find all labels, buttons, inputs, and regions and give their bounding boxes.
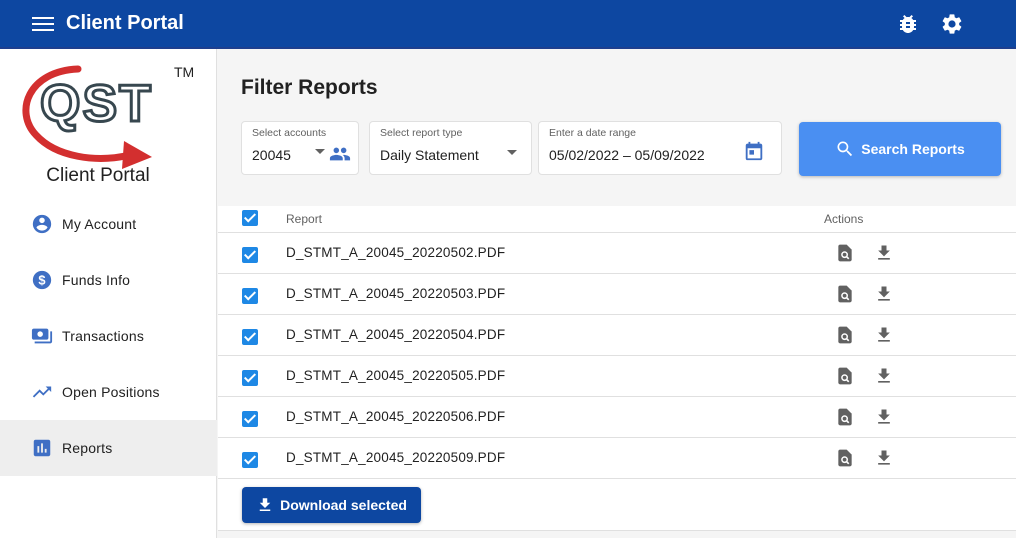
- date-range-label: Enter a date range: [549, 127, 636, 139]
- view-report-icon[interactable]: [835, 243, 855, 263]
- svg-text:$: $: [38, 273, 45, 288]
- column-header-report: Report: [286, 212, 323, 226]
- sidebar-item-label: Transactions: [62, 328, 145, 344]
- table-row: D_STMT_A_20045_20220509.PDF: [218, 438, 1016, 479]
- download-selected-button[interactable]: Download selected: [242, 487, 421, 523]
- row-checkbox[interactable]: [242, 288, 258, 304]
- reports-table: Report Actions D_STMT_A_20045_20220502.P…: [218, 206, 1016, 479]
- download-icon: [259, 498, 271, 511]
- table-header: Report Actions: [218, 206, 1016, 233]
- report-filename: D_STMT_A_20045_20220506.PDF: [286, 409, 506, 424]
- people-icon: [329, 147, 351, 161]
- main-content: Filter Reports Select accounts 20045 Sel…: [218, 49, 1016, 538]
- chevron-down-icon: [315, 149, 325, 154]
- logo-subtitle: Client Portal: [46, 165, 150, 186]
- view-report-icon[interactable]: [835, 325, 855, 345]
- sidebar-item-funds-info[interactable]: $ Funds Info: [0, 252, 217, 308]
- row-checkbox[interactable]: [242, 247, 258, 263]
- report-filename: D_STMT_A_20045_20220502.PDF: [286, 245, 506, 260]
- sidebar-item-label: My Account: [62, 216, 137, 232]
- row-checkbox[interactable]: [242, 411, 258, 427]
- view-report-icon[interactable]: [835, 448, 855, 468]
- sidebar-item-transactions[interactable]: Transactions: [0, 308, 217, 364]
- sidebar-item-open-positions[interactable]: Open Positions: [0, 364, 217, 420]
- search-reports-label: Search Reports: [861, 141, 965, 157]
- view-report-icon[interactable]: [835, 284, 855, 304]
- search-icon: [837, 141, 853, 157]
- accounts-select[interactable]: Select accounts 20045: [241, 121, 359, 175]
- table-row: D_STMT_A_20045_20220506.PDF: [218, 397, 1016, 438]
- dollar-icon: $: [32, 270, 52, 290]
- report-filename: D_STMT_A_20045_20220509.PDF: [286, 450, 506, 465]
- report-type-value: Daily Statement: [380, 147, 479, 163]
- table-footer: Download selected: [218, 479, 1016, 531]
- account-icon: [32, 214, 52, 234]
- download-icon[interactable]: [874, 407, 894, 427]
- report-filename: D_STMT_A_20045_20220503.PDF: [286, 286, 506, 301]
- transactions-icon: [31, 328, 53, 344]
- report-type-label: Select report type: [380, 127, 463, 139]
- table-row: D_STMT_A_20045_20220503.PDF: [218, 274, 1016, 315]
- sidebar-item-reports[interactable]: Reports: [0, 420, 217, 476]
- view-report-icon[interactable]: [835, 407, 855, 427]
- sidebar: QST TM Client Portal My Account $ Funds …: [0, 49, 217, 538]
- view-report-icon[interactable]: [835, 366, 855, 386]
- table-body: D_STMT_A_20045_20220502.PDF D_STMT_A_2004…: [218, 233, 1016, 479]
- download-icon[interactable]: [874, 284, 894, 304]
- app-header: Client Portal: [0, 0, 1016, 49]
- accounts-select-label: Select accounts: [252, 127, 327, 139]
- download-icon[interactable]: [874, 325, 894, 345]
- chevron-down-icon: [507, 150, 517, 155]
- table-row: D_STMT_A_20045_20220502.PDF: [218, 233, 1016, 274]
- logo-tm: TM: [174, 64, 194, 80]
- row-checkbox[interactable]: [242, 329, 258, 345]
- table-row: D_STMT_A_20045_20220505.PDF: [218, 356, 1016, 397]
- page-title: Filter Reports: [241, 76, 378, 99]
- sidebar-item-label: Open Positions: [62, 384, 160, 400]
- date-range-field[interactable]: Enter a date range 05/02/2022 – 05/09/20…: [538, 121, 782, 175]
- bug-icon[interactable]: [896, 12, 920, 36]
- row-checkbox[interactable]: [242, 452, 258, 468]
- app-title: Client Portal: [66, 12, 184, 34]
- column-header-actions: Actions: [824, 212, 864, 226]
- download-selected-label: Download selected: [280, 497, 407, 513]
- download-icon[interactable]: [874, 448, 894, 468]
- download-icon[interactable]: [874, 243, 894, 263]
- sidebar-nav: My Account $ Funds Info Transactions Ope…: [0, 196, 217, 476]
- date-range-value: 05/02/2022 – 05/09/2022: [549, 147, 705, 163]
- table-row: D_STMT_A_20045_20220504.PDF: [218, 315, 1016, 356]
- download-icon[interactable]: [874, 366, 894, 386]
- calendar-icon[interactable]: [743, 140, 765, 162]
- bar-chart-icon: [33, 439, 51, 457]
- sidebar-item-label: Reports: [62, 440, 113, 456]
- report-type-select[interactable]: Select report type Daily Statement: [369, 121, 532, 175]
- accounts-select-value: 20045: [252, 147, 291, 163]
- trending-up-icon: [32, 386, 52, 398]
- report-filename: D_STMT_A_20045_20220505.PDF: [286, 368, 506, 383]
- sidebar-item-label: Funds Info: [62, 272, 131, 288]
- row-checkbox[interactable]: [242, 370, 258, 386]
- menu-icon[interactable]: [32, 16, 54, 32]
- search-reports-button[interactable]: Search Reports: [799, 122, 1001, 176]
- logo-text: QST: [40, 75, 153, 133]
- sidebar-item-my-account[interactable]: My Account: [0, 196, 217, 252]
- gear-icon[interactable]: [940, 12, 964, 36]
- select-all-checkbox[interactable]: [242, 210, 258, 226]
- report-filename: D_STMT_A_20045_20220504.PDF: [286, 327, 506, 342]
